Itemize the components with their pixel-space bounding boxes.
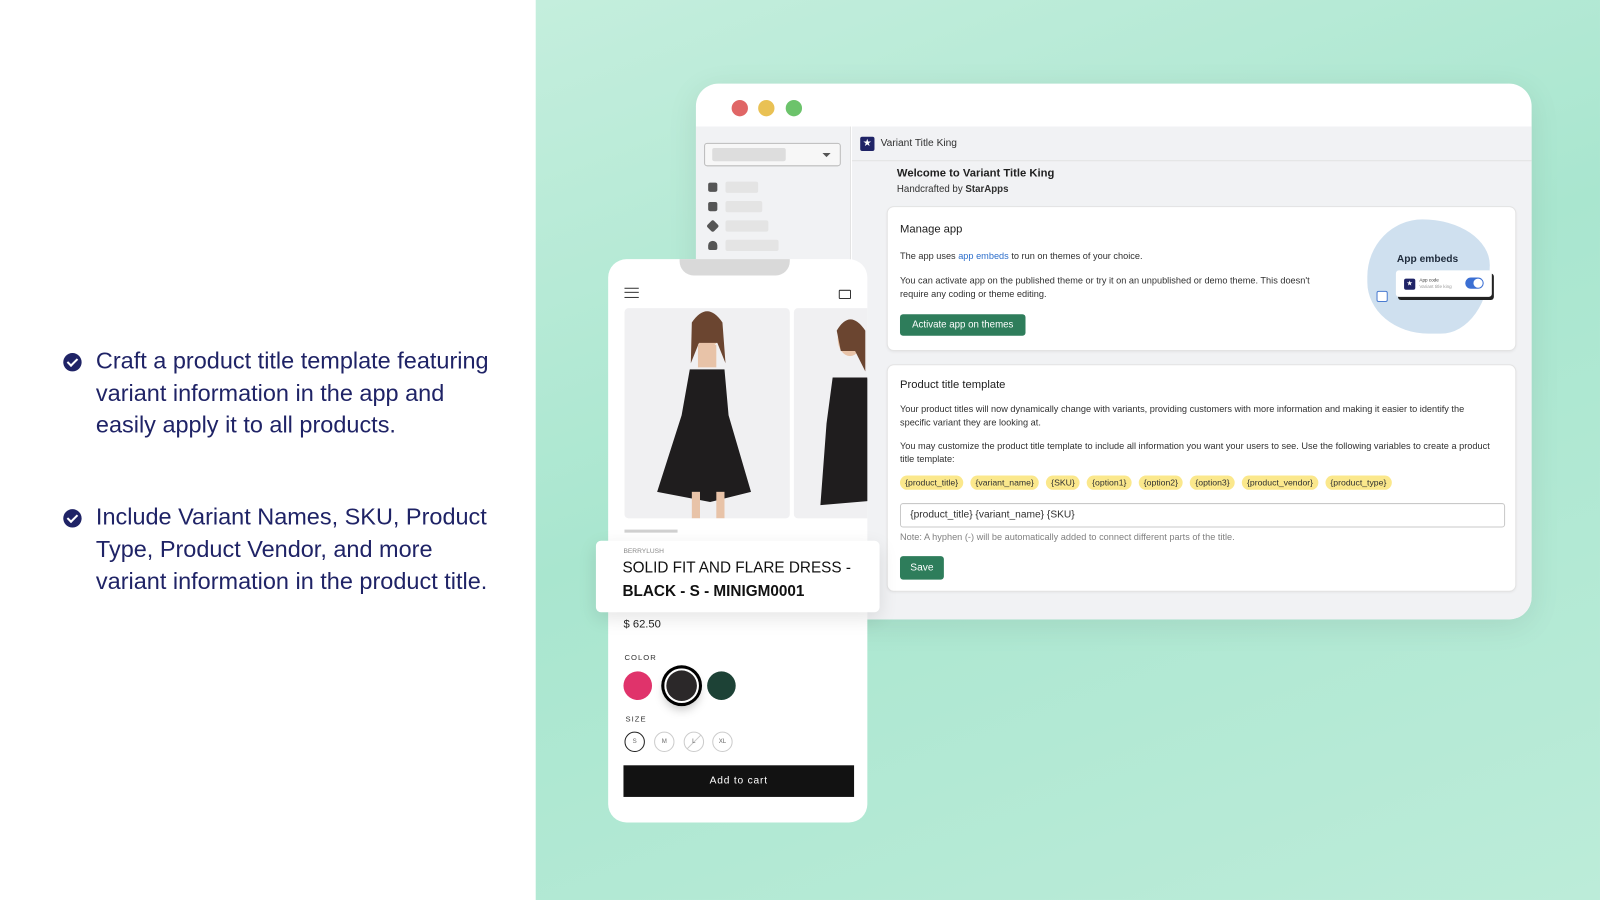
variable-chip[interactable]: {product_vendor} — [1241, 475, 1319, 490]
check-circle-icon — [63, 353, 82, 372]
hamburger-menu-icon[interactable] — [624, 287, 639, 298]
size-label: SIZE — [625, 714, 647, 724]
manage-app-card: Manage app The app uses app embeds to ru… — [887, 207, 1516, 350]
variable-chip[interactable]: {variant_name} — [970, 475, 1039, 490]
template-description: Your product titles will now dynamically… — [899, 404, 1465, 428]
sidebar-item[interactable] — [708, 181, 759, 193]
color-swatch-pink[interactable] — [623, 671, 653, 700]
variable-chip[interactable]: {product_title} — [899, 475, 964, 490]
size-option-s[interactable]: S — [624, 731, 645, 753]
sidebar-item[interactable] — [708, 239, 779, 252]
product-image[interactable] — [624, 308, 790, 519]
close-button[interactable] — [731, 99, 748, 117]
tag-icon — [706, 219, 720, 233]
home-icon — [708, 182, 718, 192]
shopping-bag-icon[interactable] — [838, 289, 852, 299]
page-title: Welcome to Variant Title King — [896, 167, 1055, 180]
product-title-template-card: Product title template Your product titl… — [887, 365, 1516, 591]
subtitle: Handcrafted by StarApps — [896, 183, 1009, 195]
feature-text: Craft a product title template featuring… — [95, 346, 489, 438]
variable-chip[interactable]: {product_type} — [1325, 475, 1392, 490]
add-to-cart-button[interactable]: Add to cart — [623, 765, 855, 797]
product-title-card: BERRYLUSH SOLID FIT AND FLARE DRESS - BL… — [595, 540, 880, 613]
template-instructions: You may customize the product title temp… — [899, 440, 1490, 465]
template-note: Note: A hyphen (-) will be automatically… — [899, 531, 1235, 542]
app-name: Variant Title King — [880, 137, 957, 149]
manage-line2: You can activate app on the published th… — [899, 275, 1310, 299]
variable-chips: {product_title} {variant_name} {SKU} {op… — [899, 475, 1392, 490]
app-header: ★ Variant Title King — [852, 127, 1532, 162]
size-option-xl[interactable]: XL — [712, 731, 733, 753]
product-title-line2: BLACK - S - MINIGM0001 — [622, 582, 805, 600]
card-title: Manage app — [899, 223, 963, 236]
color-swatch-green[interactable] — [707, 671, 736, 700]
product-price: $ 62.50 — [623, 618, 661, 631]
size-option-m[interactable]: M — [654, 731, 675, 753]
color-swatch-black[interactable] — [664, 668, 699, 704]
check-circle-icon — [63, 509, 82, 528]
color-label: COLOR — [624, 653, 657, 663]
apps-icon — [1376, 290, 1388, 303]
inbox-icon — [708, 202, 718, 212]
variable-chip[interactable]: {option1} — [1087, 475, 1132, 490]
template-input[interactable]: {product_title} {variant_name} {SKU} — [899, 503, 1506, 528]
feature-panel: Craft a product title template featuring… — [0, 0, 536, 900]
variable-chip[interactable]: {option2} — [1138, 475, 1184, 490]
app-embeds-illustration: App embeds ★ App code Variant title king — [1367, 219, 1492, 334]
feature-bullet: Craft a product title template featuring… — [63, 345, 492, 441]
toggle-switch[interactable] — [1465, 277, 1484, 289]
feature-text: Include Variant Names, SKU, Product Type… — [95, 503, 488, 594]
product-vendor: BERRYLUSH — [623, 547, 664, 556]
save-button[interactable]: Save — [899, 556, 944, 580]
variable-chip[interactable]: {SKU} — [1046, 475, 1080, 490]
card-title: Product title template — [899, 378, 1006, 391]
minimize-button[interactable] — [758, 99, 775, 117]
product-image[interactable] — [793, 308, 868, 519]
size-option-l[interactable]: L — [683, 731, 705, 753]
product-title-line1: SOLID FIT AND FLARE DRESS - — [622, 559, 851, 577]
person-icon — [708, 240, 718, 250]
star-logo-icon: ★ — [860, 136, 875, 151]
sidebar-item[interactable] — [708, 201, 763, 213]
carousel-indicator — [624, 529, 678, 533]
manage-line1: The app uses app embeds to run on themes… — [899, 251, 1143, 262]
feature-bullet: Include Variant Names, SKU, Product Type… — [63, 501, 492, 597]
star-logo-icon: ★ — [1404, 278, 1416, 290]
variable-chip[interactable]: {option3} — [1190, 475, 1235, 490]
app-embeds-link[interactable]: app embeds — [958, 251, 1009, 261]
store-select[interactable] — [704, 142, 841, 167]
activate-app-button[interactable]: Activate app on themes — [899, 314, 1026, 336]
chevron-down-icon — [822, 153, 831, 161]
app-main: ★ Variant Title King Welcome to Variant … — [852, 126, 1532, 620]
maximize-button[interactable] — [785, 99, 803, 117]
sidebar-item[interactable] — [706, 219, 769, 233]
